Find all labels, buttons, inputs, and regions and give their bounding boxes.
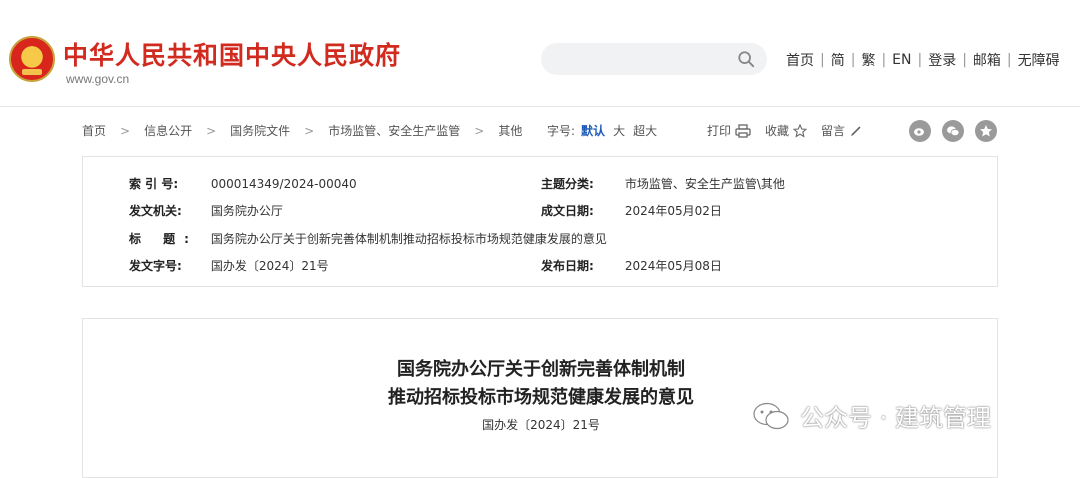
meta-published-value: 2024年05月08日 xyxy=(624,259,722,273)
meta-published: 发布日期: 2024年05月08日 xyxy=(541,257,722,274)
share-buttons xyxy=(909,120,1008,142)
font-size-label: 字号: xyxy=(547,124,576,138)
document-title-line-1: 国务院办公厅关于创新完善体制机制 xyxy=(397,359,685,380)
nav-login[interactable]: 登录 xyxy=(922,50,962,70)
meta-index-label: 索 引 号: xyxy=(129,177,179,191)
printer-icon xyxy=(735,123,751,138)
print-label: 打印 xyxy=(707,124,732,138)
pencil-icon xyxy=(851,125,861,136)
top-nav: 首页 | 简 | 繁 | EN | 登录 | 邮箱 | 无障碍 xyxy=(780,50,1066,70)
wechat-watermark-icon xyxy=(753,402,789,429)
meta-issuer-value: 国务院办公厅 xyxy=(210,204,283,218)
site-header: 中华人民共和国中央人民政府 www.gov.cn 首页 | 简 | 繁 | EN… xyxy=(0,0,1080,107)
nav-home[interactable]: 首页 xyxy=(780,50,820,70)
nav-english[interactable]: EN xyxy=(886,52,917,68)
meta-index-value: 000014349/2024-00040 xyxy=(210,177,357,191)
chevron-right-icon: > xyxy=(120,123,131,138)
chevron-right-icon: > xyxy=(304,123,315,138)
site-url: www.gov.cn xyxy=(66,72,130,86)
meta-topic: 主题分类: 市场监管、安全生产监管\其他 xyxy=(541,175,785,192)
comment-label: 留言 xyxy=(821,124,846,138)
breadcrumb-market-supervision[interactable]: 市场监管、安全生产监管 xyxy=(328,122,460,139)
star-icon xyxy=(793,123,808,138)
search-input[interactable] xyxy=(541,43,767,75)
meta-issuer: 发文机关: 国务院办公厅 xyxy=(129,202,283,219)
meta-index: 索 引 号: 000014349/2024-00040 xyxy=(129,175,357,192)
nav-simplified[interactable]: 简 xyxy=(825,50,851,70)
meta-created-label: 成文日期: xyxy=(541,204,594,218)
print-button[interactable]: 打印 xyxy=(707,122,751,139)
breadcrumb-home[interactable]: 首页 xyxy=(82,122,106,139)
document-metadata: 索 引 号: 000014349/2024-00040 主题分类: 市场监管、安… xyxy=(82,156,998,287)
nav-traditional[interactable]: 繁 xyxy=(855,50,881,70)
meta-doc-no-value: 国办发〔2024〕21号 xyxy=(210,259,329,273)
nav-mail[interactable]: 邮箱 xyxy=(967,50,1007,70)
breadcrumb: 首页 > 信息公开 > 国务院文件 > 市场监管、安全生产监管 > 其他 xyxy=(82,122,522,139)
meta-published-label: 发布日期: xyxy=(541,259,594,273)
breadcrumb-info-disclosure[interactable]: 信息公开 xyxy=(144,122,192,139)
comment-button[interactable]: 留言 xyxy=(821,122,863,139)
search-icon[interactable] xyxy=(737,50,755,68)
breadcrumb-state-council-docs[interactable]: 国务院文件 xyxy=(230,122,290,139)
meta-doc-no-label: 发文字号: xyxy=(129,259,182,273)
watermark: 公众号 · 建筑管理 xyxy=(752,398,991,433)
meta-title-label: 标 题: xyxy=(129,232,198,246)
wechat-icon[interactable] xyxy=(942,120,964,142)
font-size-large[interactable]: 大 xyxy=(613,122,625,139)
font-size-default[interactable]: 默认 xyxy=(581,122,605,139)
font-size-xlarge[interactable]: 超大 xyxy=(633,122,657,139)
meta-title-value: 国务院办公厅关于创新完善体制机制推动招标投标市场规范健康发展的意见 xyxy=(210,232,607,246)
chevron-right-icon: > xyxy=(206,123,217,138)
favorite-label: 收藏 xyxy=(765,124,790,138)
meta-issuer-label: 发文机关: xyxy=(129,204,182,218)
meta-created: 成文日期: 2024年05月02日 xyxy=(541,202,722,219)
breadcrumb-other[interactable]: 其他 xyxy=(498,122,522,139)
watermark-text: 公众号 · 建筑管理 xyxy=(800,404,991,432)
font-size-switcher: 字号: 默认 大 超大 xyxy=(547,122,657,139)
chevron-right-icon: > xyxy=(474,123,485,138)
meta-doc-no: 发文字号: 国办发〔2024〕21号 xyxy=(129,257,329,274)
meta-topic-value: 市场监管、安全生产监管\其他 xyxy=(624,177,785,191)
site-title[interactable]: 中华人民共和国中央人民政府 xyxy=(63,36,401,72)
meta-topic-label: 主题分类: xyxy=(541,177,594,191)
favorite-button[interactable]: 收藏 xyxy=(765,122,808,139)
meta-title: 标 题: 国务院办公厅关于创新完善体制机制推动招标投标市场规范健康发展的意见 xyxy=(129,230,607,247)
national-emblem-icon[interactable] xyxy=(9,36,55,82)
page-tools: 打印 收藏 留言 xyxy=(707,122,877,139)
meta-created-value: 2024年05月02日 xyxy=(624,204,722,218)
weibo-icon[interactable] xyxy=(909,120,931,142)
nav-accessibility[interactable]: 无障碍 xyxy=(1012,50,1066,70)
favorite-star-icon[interactable] xyxy=(975,120,997,142)
